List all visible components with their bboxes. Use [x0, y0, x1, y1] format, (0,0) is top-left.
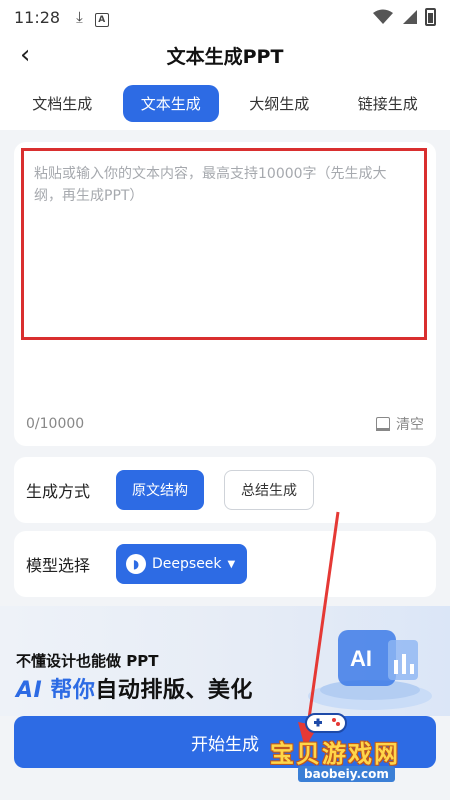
tab-text[interactable]: 文本生成 [122, 84, 219, 122]
banner-ai-word: AI [16, 678, 43, 703]
broom-icon [376, 417, 390, 431]
watermark-text: 宝贝游戏网 [270, 740, 400, 768]
wifi-icon [373, 9, 393, 24]
tab-document[interactable]: 文档生成 [14, 85, 110, 122]
model-value: Deepseek [152, 556, 222, 572]
text-input-card: 粘贴或输入你的文本内容，最高支持10000字（先生成大纲，再生成PPT） 0/1… [14, 142, 436, 446]
tab-outline[interactable]: 大纲生成 [231, 85, 327, 122]
nav-bar: ‹ 文本生成PPT [0, 34, 450, 76]
option-original-structure[interactable]: 原文结构 [116, 470, 204, 510]
watermark-url: baobeiy.com [298, 766, 395, 782]
status-bar: 11:28 ⤓ A [0, 0, 450, 34]
ai-illustration-icon: AI [308, 630, 432, 710]
banner-rest: 自动排版、美化 [95, 678, 253, 703]
notification-a-icon: A [94, 8, 109, 27]
text-input[interactable]: 粘贴或输入你的文本内容，最高支持10000字（先生成大纲，再生成PPT） [21, 148, 427, 340]
clear-button[interactable]: 清空 [376, 414, 424, 434]
battery-icon [425, 8, 436, 26]
generation-mode-row: 生成方式 原文结构 总结生成 [14, 457, 436, 523]
back-arrow-icon[interactable]: ‹ [20, 40, 30, 70]
clear-label: 清空 [396, 417, 424, 433]
banner-line1: 不懂设计也能做 PPT [16, 652, 159, 670]
download-icon: ⤓ [76, 8, 83, 26]
banner-help-word: 帮你 [50, 678, 96, 703]
model-select-label: 模型选择 [26, 556, 91, 575]
model-select-row: 模型选择 ◗ Deepseek ▼ [14, 531, 436, 597]
tab-link[interactable]: 链接生成 [340, 85, 436, 122]
page-title: 文本生成PPT [166, 45, 284, 68]
status-time: 11:28 [14, 7, 61, 27]
option-summary[interactable]: 总结生成 [224, 470, 314, 510]
model-dropdown[interactable]: ◗ Deepseek ▼ [116, 544, 248, 584]
generation-mode-label: 生成方式 [26, 482, 91, 501]
mode-tabs: 文档生成 文本生成 大纲生成 链接生成 [0, 76, 450, 130]
chevron-down-icon: ▼ [227, 558, 236, 570]
site-watermark: 宝贝游戏网 baobeiy.com [270, 700, 448, 790]
svg-text:AI: AI [350, 646, 372, 671]
signal-icon [403, 10, 417, 24]
char-counter: 0/10000 [26, 416, 85, 432]
banner-line2: AI 帮你自动排版、美化 [16, 672, 253, 704]
deepseek-whale-icon: ◗ [126, 554, 146, 574]
gamepad-icon [305, 713, 347, 733]
